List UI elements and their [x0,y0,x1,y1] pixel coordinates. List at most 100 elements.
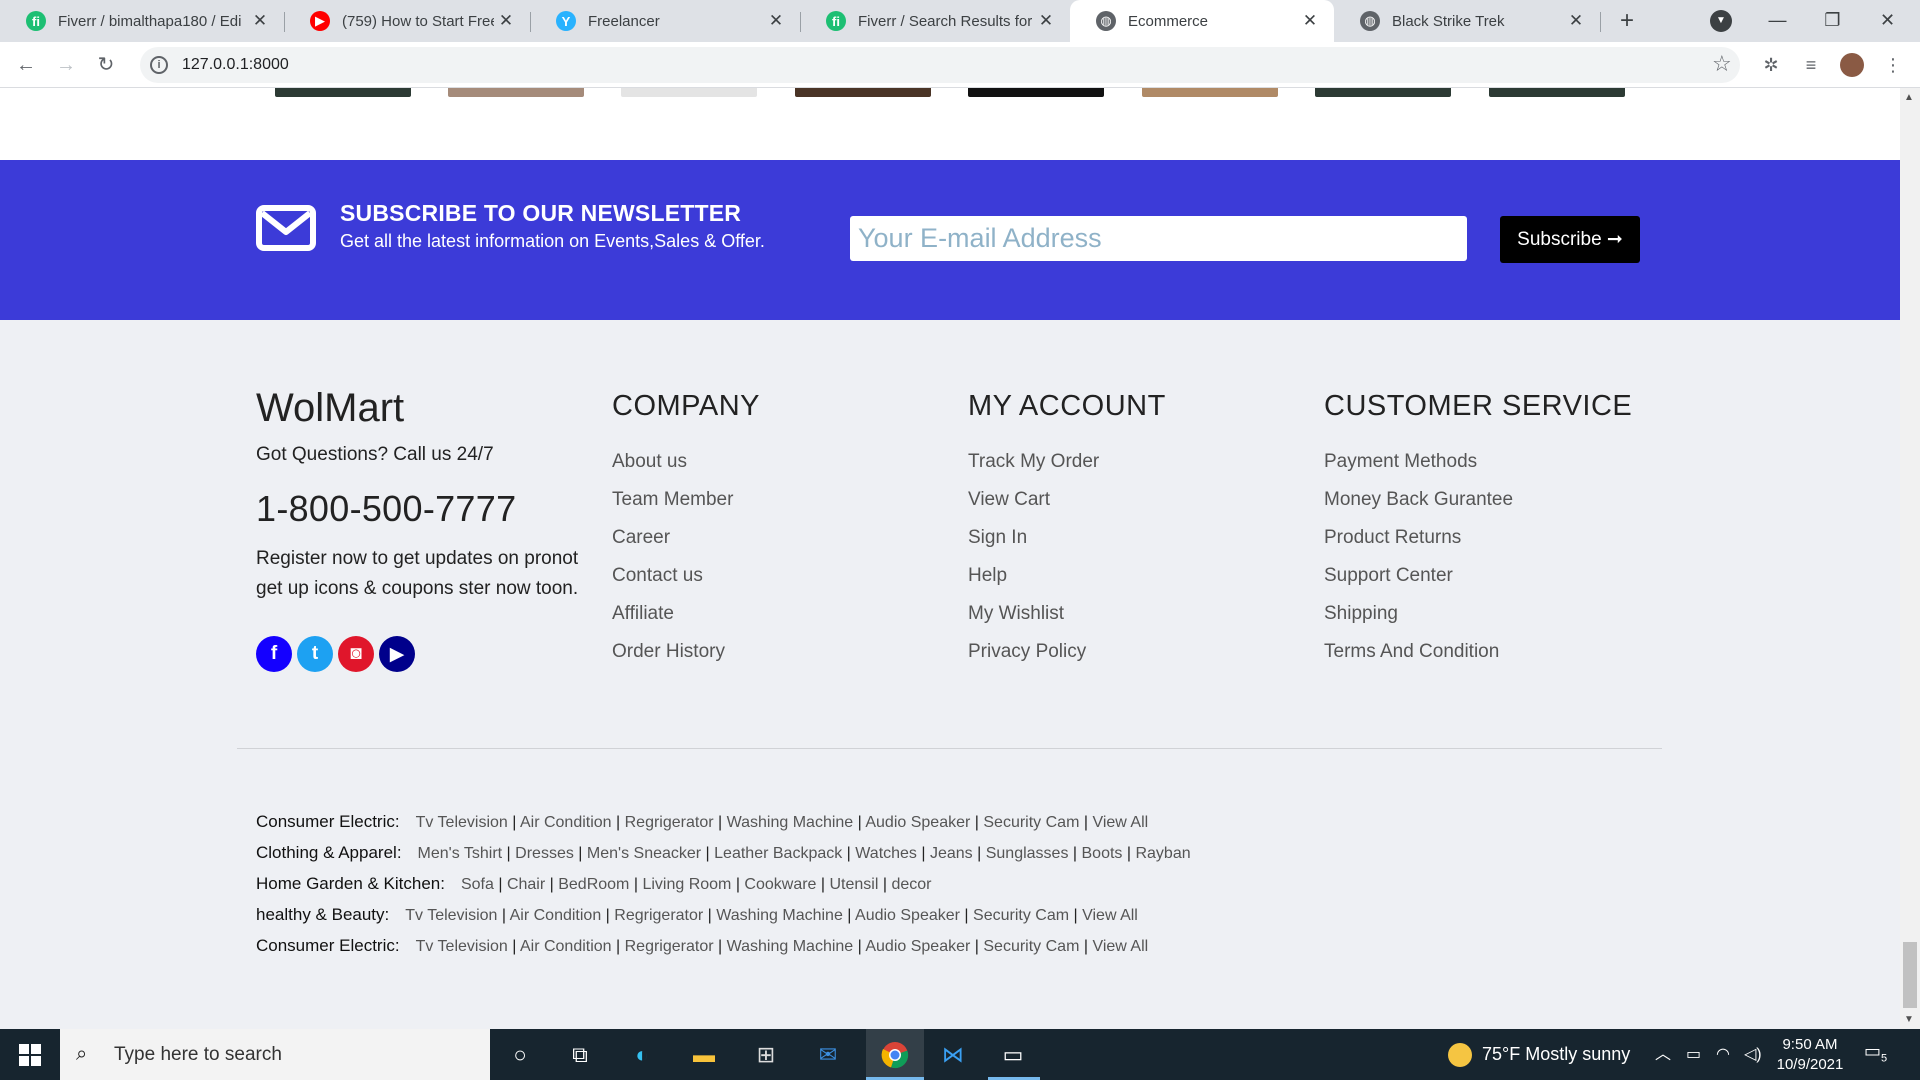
close-tab-icon[interactable]: ✕ [248,11,272,31]
category-link[interactable]: Watches [855,845,917,862]
category-link[interactable]: Regrigerator [625,814,714,831]
weather-widget[interactable]: 75°F Mostly sunny [1448,1029,1630,1080]
footer-link[interactable]: Terms And Condition [1324,633,1632,671]
back-icon[interactable]: ← [12,51,40,79]
browser-tab[interactable]: ◍ Ecommerce ✕ [1070,0,1334,42]
category-link[interactable]: Men's Sneacker [587,845,701,862]
extensions-icon[interactable]: ✲ [1758,52,1784,78]
scrollbar-thumb[interactable] [1903,942,1917,1008]
footer-link[interactable]: Team Member [612,481,760,519]
category-link[interactable]: Leather Backpack [714,845,842,862]
category-link[interactable]: View All [1092,938,1148,955]
twitter-icon[interactable]: t [297,636,333,672]
footer-link[interactable]: Order History [612,633,760,671]
reload-icon[interactable]: ↻ [92,51,120,79]
chrome-icon[interactable] [866,1029,924,1080]
footer-link[interactable]: Contact us [612,557,760,595]
footer-link[interactable]: About us [612,443,760,481]
category-link[interactable]: Washing Machine [727,814,854,831]
category-link[interactable]: BedRoom [558,876,629,893]
close-window-icon[interactable]: ✕ [1860,0,1915,40]
close-tab-icon[interactable]: ✕ [1034,11,1058,31]
category-link[interactable]: Audio Speaker [855,907,960,924]
category-link[interactable]: Sofa [461,876,494,893]
category-link[interactable]: Cookware [744,876,816,893]
instagram-icon[interactable]: ◙ [338,636,374,672]
start-button[interactable] [0,1029,60,1080]
footer-link[interactable]: View Cart [968,481,1166,519]
task-view-icon[interactable]: ⧉ [562,1037,598,1073]
footer-link[interactable]: Privacy Policy [968,633,1166,671]
category-link[interactable]: Audio Speaker [865,814,970,831]
category-link[interactable]: decor [891,876,931,893]
category-link[interactable]: Tv Television [416,814,508,831]
product-thumbnail[interactable] [621,88,757,97]
system-clock[interactable]: 9:50 AM 10/9/2021 [1772,1035,1848,1075]
browser-tab[interactable]: fi Fiverr / Search Results for 'f ✕ [800,0,1070,42]
new-tab-button[interactable]: + [1612,6,1642,36]
product-thumbnail[interactable] [968,88,1104,97]
browser-tab[interactable]: ◍ Black Strike Trek ✕ [1334,0,1600,42]
footer-link[interactable]: Support Center [1324,557,1632,595]
product-thumbnail[interactable] [1315,88,1451,97]
show-hidden-icons-icon[interactable]: ︿ [1655,1029,1671,1080]
product-thumbnail[interactable] [1489,88,1625,97]
category-link[interactable]: Chair [507,876,545,893]
email-input[interactable] [850,216,1467,261]
minimize-icon[interactable]: — [1750,0,1805,40]
category-link[interactable]: Utensil [830,876,879,893]
category-link[interactable]: Audio Speaker [865,938,970,955]
close-tab-icon[interactable]: ✕ [1298,11,1322,31]
taskbar-search[interactable]: ⌕ Type here to search [60,1029,490,1080]
category-link[interactable]: Security Cam [983,814,1079,831]
restore-icon[interactable]: ❐ [1805,0,1860,40]
category-link[interactable]: Men's Tshirt [418,845,503,862]
subscribe-button[interactable]: Subscribe ➞ [1500,216,1640,263]
category-link[interactable]: Dresses [515,845,574,862]
category-link[interactable]: Regrigerator [625,938,714,955]
category-link[interactable]: Living Room [642,876,731,893]
browser-tab[interactable]: ▶ (759) How to Start Freelanc✕ [284,0,530,42]
category-link[interactable]: Washing Machine [727,938,854,955]
tab-search-icon[interactable]: ▼ [1710,10,1732,32]
product-thumbnail[interactable] [795,88,931,97]
terminal-icon[interactable]: ▭ [995,1037,1031,1073]
edge-icon[interactable]: ◐ [624,1037,660,1073]
cortana-icon[interactable]: ○ [502,1037,538,1073]
media-control-icon[interactable]: ≡ [1798,52,1824,78]
brand-logo[interactable]: WolMart [256,386,404,431]
mail-icon[interactable]: ✉ [810,1037,846,1073]
page-scrollbar[interactable] [1900,88,1920,1029]
product-thumbnail[interactable] [1142,88,1278,97]
close-tab-icon[interactable]: ✕ [494,11,518,31]
category-link[interactable]: Air Condition [510,907,602,924]
volume-icon[interactable]: ◁) [1744,1029,1762,1080]
facebook-icon[interactable]: f [256,636,292,672]
footer-link[interactable]: Track My Order [968,443,1166,481]
url-text[interactable]: 127.0.0.1:8000 [182,56,289,74]
forward-icon[interactable]: → [52,51,80,79]
close-tab-icon[interactable]: ✕ [764,11,788,31]
footer-link[interactable]: My Wishlist [968,595,1166,633]
category-link[interactable]: Washing Machine [716,907,843,924]
wifi-icon[interactable]: ◠ [1716,1029,1730,1080]
category-link[interactable]: Boots [1082,845,1123,862]
scroll-down-icon[interactable]: ▼ [1904,1014,1914,1025]
category-link[interactable]: Tv Television [416,938,508,955]
category-link[interactable]: Tv Television [405,907,497,924]
bookmark-star-icon[interactable]: ☆ [1712,51,1732,77]
category-link[interactable]: View All [1082,907,1138,924]
footer-link[interactable]: Money Back Gurantee [1324,481,1632,519]
footer-link[interactable]: Payment Methods [1324,443,1632,481]
vscode-icon[interactable]: ⋈ [935,1037,971,1073]
phone-number[interactable]: 1-800-500-7777 [256,488,516,530]
footer-link[interactable]: Help [968,557,1166,595]
product-thumbnail[interactable] [448,88,584,97]
category-link[interactable]: Security Cam [973,907,1069,924]
store-icon[interactable]: ⊞ [748,1037,784,1073]
category-link[interactable]: View All [1092,814,1148,831]
footer-link[interactable]: Shipping [1324,595,1632,633]
category-link[interactable]: Rayban [1135,845,1190,862]
address-bar[interactable]: i 127.0.0.1:8000 [140,47,1740,83]
category-link[interactable]: Air Condition [520,938,612,955]
